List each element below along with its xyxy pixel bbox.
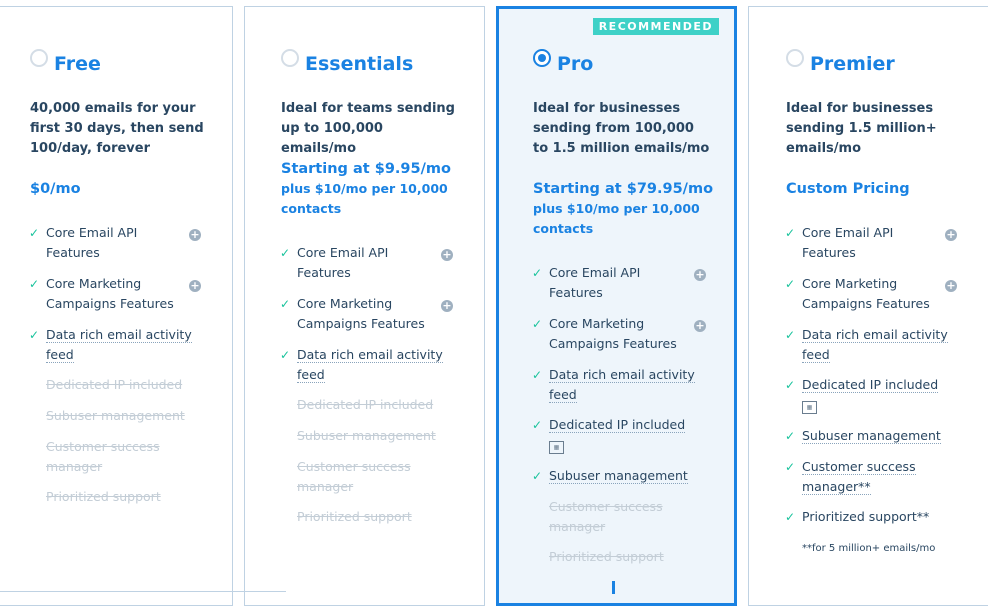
chip-icon: ▦ — [802, 401, 817, 414]
plan-name: Free — [54, 53, 101, 75]
check-icon: ✓ — [29, 277, 40, 291]
divider — [0, 591, 286, 592]
plan-card-free[interactable]: Free 40,000 emails for your first 30 day… — [0, 6, 233, 606]
feature-prioritized-support: Prioritized support — [46, 489, 161, 504]
check-icon: ✓ — [785, 277, 796, 291]
feature-prioritized-support: ✓ Prioritized support** — [785, 507, 952, 527]
check-icon: ✓ — [532, 317, 543, 331]
feature-subuser[interactable]: ✓ Subuser management — [532, 466, 699, 486]
check-icon: ✓ — [785, 226, 796, 240]
plan-radio-premier[interactable] — [786, 49, 804, 67]
feature-core-email-api: ✓ Core Email API Features — [785, 225, 894, 260]
feature-dedicated-ip[interactable]: ✓ Dedicated IP included ▦ — [532, 415, 699, 455]
feature-activity-feed[interactable]: ✓ Data rich email activity feed — [29, 325, 196, 365]
check-icon: ✓ — [280, 246, 291, 260]
check-icon: ✓ — [785, 378, 796, 392]
check-icon: ✓ — [532, 418, 543, 432]
expand-plus-icon[interactable]: + — [694, 320, 706, 332]
feature-subuser[interactable]: ✓ Subuser management — [785, 426, 952, 446]
check-icon: ✓ — [532, 266, 543, 280]
check-icon: ✓ — [280, 297, 291, 311]
scroll-indicator — [612, 581, 615, 594]
feature-customer-success: Customer success manager — [297, 459, 411, 494]
plan-price: Custom Pricing — [786, 181, 910, 197]
expand-plus-icon[interactable]: + — [441, 300, 453, 312]
feature-prioritized-support: Prioritized support — [549, 549, 664, 564]
plan-radio-free[interactable] — [30, 49, 48, 67]
expand-plus-icon[interactable]: + — [945, 229, 957, 241]
plan-description: Ideal for teams sending up to 100,000 em… — [281, 101, 455, 156]
plan-card-essentials[interactable]: Essentials Ideal for teams sending up to… — [244, 6, 485, 606]
expand-plus-icon[interactable]: + — [189, 280, 201, 292]
check-icon: ✓ — [280, 348, 291, 362]
feature-core-email-api: ✓ Core Email API Features — [29, 225, 138, 260]
check-icon: ✓ — [532, 469, 543, 483]
check-icon: ✓ — [785, 328, 796, 342]
check-icon: ✓ — [29, 226, 40, 240]
feature-dedicated-ip[interactable]: ✓ Dedicated IP included ▦ — [785, 375, 952, 415]
plan-description: Ideal for businesses sending 1.5 million… — [786, 101, 937, 156]
expand-plus-icon[interactable]: + — [189, 229, 201, 241]
feature-core-marketing: ✓ Core Marketing Campaigns Features — [532, 316, 677, 351]
check-icon: ✓ — [532, 368, 543, 382]
feature-core-email-api: ✓ Core Email API Features — [280, 245, 389, 280]
feature-core-email-api: ✓ Core Email API Features — [532, 265, 641, 300]
feature-core-marketing: ✓ Core Marketing Campaigns Features — [785, 276, 930, 311]
check-icon: ✓ — [785, 460, 796, 474]
check-icon: ✓ — [785, 429, 796, 443]
plan-price-note: plus $10/mo per 10,000 contacts — [281, 181, 448, 216]
chip-icon: ▦ — [549, 441, 564, 454]
plan-price: Starting at $79.95/mo — [533, 181, 714, 197]
feature-customer-success[interactable]: ✓ Customer success manager** — [785, 457, 932, 497]
recommended-badge: RECOMMENDED — [592, 18, 719, 35]
plan-description: 40,000 emails for your first 30 days, th… — [30, 101, 204, 156]
feature-dedicated-ip: Dedicated IP included — [46, 377, 183, 392]
feature-dedicated-ip: Dedicated IP included — [297, 397, 434, 412]
expand-plus-icon[interactable]: + — [945, 280, 957, 292]
plan-card-premier[interactable]: Premier Ideal for businesses sending 1.5… — [748, 6, 988, 606]
plan-price: Starting at $9.95/mo — [281, 161, 451, 177]
feature-core-marketing: ✓ Core Marketing Campaigns Features — [280, 296, 425, 331]
feature-customer-success: Customer success manager — [549, 499, 663, 534]
check-icon: ✓ — [29, 328, 40, 342]
check-icon: ✓ — [785, 510, 796, 524]
feature-activity-feed[interactable]: ✓ Data rich email activity feed — [785, 325, 952, 365]
plan-price-note: plus $10/mo per 10,000 contacts — [533, 201, 700, 236]
feature-prioritized-support: Prioritized support — [297, 509, 412, 524]
plan-card-pro[interactable]: RECOMMENDED Pro Ideal for businesses sen… — [496, 6, 737, 606]
expand-plus-icon[interactable]: + — [441, 249, 453, 261]
feature-customer-success: Customer success manager — [46, 439, 160, 474]
expand-plus-icon[interactable]: + — [694, 269, 706, 281]
feature-activity-feed[interactable]: ✓ Data rich email activity feed — [532, 365, 699, 405]
footnote: **for 5 million+ emails/mo — [802, 543, 936, 554]
feature-activity-feed[interactable]: ✓ Data rich email activity feed — [280, 345, 447, 385]
feature-subuser: Subuser management — [297, 428, 436, 443]
plan-radio-essentials[interactable] — [281, 49, 299, 67]
plan-radio-pro[interactable] — [533, 49, 551, 67]
plan-name: Premier — [810, 53, 895, 75]
plan-name: Essentials — [305, 53, 414, 75]
feature-core-marketing: ✓ Core Marketing Campaigns Features — [29, 276, 174, 311]
feature-subuser: Subuser management — [46, 408, 185, 423]
plan-name: Pro — [557, 53, 594, 75]
plan-price: $0/mo — [30, 181, 81, 197]
plan-description: Ideal for businesses sending from 100,00… — [533, 101, 710, 156]
